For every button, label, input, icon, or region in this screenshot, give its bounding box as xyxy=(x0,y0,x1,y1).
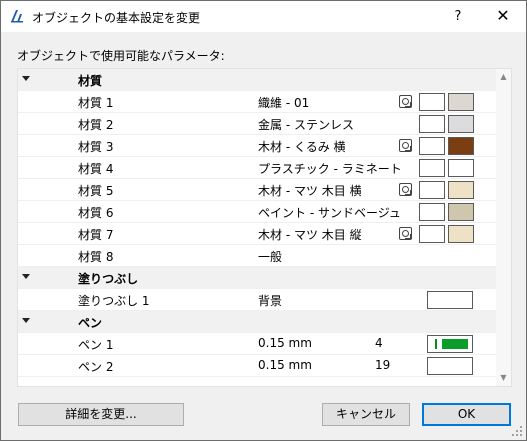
group-label: 塗りつぶし xyxy=(78,272,139,286)
scroll-up-arrow-icon[interactable]: ▲ xyxy=(496,69,511,85)
material-swatch-white[interactable] xyxy=(419,159,445,177)
close-button[interactable]: ✕ xyxy=(480,1,526,32)
texture-icon xyxy=(399,183,412,196)
pen-row[interactable]: ペン 1 0.15 mm 4 xyxy=(18,333,496,355)
material-color-swatch[interactable] xyxy=(448,181,474,199)
material-swatch-white[interactable] xyxy=(419,203,445,221)
collapse-triangle-icon[interactable] xyxy=(22,76,30,81)
fill-swatch[interactable] xyxy=(427,291,473,309)
parameter-name: 材質 5 xyxy=(78,184,114,198)
parameter-value[interactable]: 木材 - マツ 木目 横 xyxy=(258,182,362,199)
parameter-name: 材質 1 xyxy=(78,96,114,110)
material-swatch-white[interactable] xyxy=(419,225,445,243)
help-button[interactable]: ? xyxy=(438,1,478,32)
parameter-name: 材質 7 xyxy=(78,228,114,242)
archicad-logo-icon xyxy=(9,8,25,24)
material-row[interactable]: 材質 1 織維 - 01 xyxy=(18,91,496,113)
group-label: 材質 xyxy=(78,74,103,88)
collapse-triangle-icon[interactable] xyxy=(22,274,30,279)
resize-grip-icon[interactable] xyxy=(510,424,524,438)
parameter-value[interactable]: 織維 - 01 xyxy=(258,94,309,111)
pen-number: 4 xyxy=(375,336,383,350)
change-details-button[interactable]: 詳細を変更... xyxy=(18,403,184,426)
material-color-swatch[interactable] xyxy=(448,203,474,221)
cancel-button[interactable]: キャンセル xyxy=(322,403,410,426)
parameter-value[interactable]: ペイント - サンドベージュ xyxy=(258,204,401,221)
pen-number: 19 xyxy=(375,358,391,372)
material-color-swatch[interactable] xyxy=(448,225,474,243)
collapse-triangle-icon[interactable] xyxy=(22,318,30,323)
pen-swatch[interactable] xyxy=(427,357,473,375)
parameter-name: 材質 4 xyxy=(78,162,114,176)
group-header-pens[interactable]: ペン xyxy=(18,311,496,333)
parameters-label: オブジェクトで使用可能なパラメータ: xyxy=(17,49,225,63)
parameters-list[interactable]: 材質 材質 1 織維 - 01 材質 2 金属 - ステンレス 材質 3 木材 … xyxy=(17,68,512,387)
parameter-name: ペン 2 xyxy=(78,360,114,374)
pen-color-fill xyxy=(442,339,468,349)
fill-row[interactable]: 塗りつぶし 1 背景 xyxy=(18,289,496,311)
material-row[interactable]: 材質 2 金属 - ステンレス xyxy=(18,113,496,135)
parameter-name: 材質 3 xyxy=(78,140,114,154)
parameter-value[interactable]: 一般 xyxy=(258,248,282,265)
material-swatch-white[interactable] xyxy=(419,115,445,133)
material-swatch-white[interactable] xyxy=(419,137,445,155)
parameter-value[interactable]: 0.15 mm xyxy=(258,358,312,372)
title-bar: オブジェクトの基本設定を変更 ? ✕ xyxy=(1,1,526,32)
material-row[interactable]: 材質 3 木材 - くるみ 横 xyxy=(18,135,496,157)
material-row[interactable]: 材質 6 ペイント - サンドベージュ xyxy=(18,201,496,223)
group-header-materials[interactable]: 材質 xyxy=(18,69,496,91)
window-title: オブジェクトの基本設定を変更 xyxy=(32,11,201,25)
material-color-swatch[interactable] xyxy=(448,159,474,177)
dialog-window: オブジェクトの基本設定を変更 ? ✕ オブジェクトで使用可能なパラメータ: 材質… xyxy=(0,0,527,441)
parameter-value[interactable]: 金属 - ステンレス xyxy=(258,116,354,133)
vertical-scrollbar[interactable]: ▲ ▼ xyxy=(496,69,511,386)
parameter-name: 材質 8 xyxy=(78,250,114,264)
parameter-name: 材質 2 xyxy=(78,118,114,132)
material-swatch-white[interactable] xyxy=(419,93,445,111)
group-label: ペン xyxy=(78,316,103,330)
material-swatch-white[interactable] xyxy=(419,181,445,199)
ok-button[interactable]: OK xyxy=(422,403,511,426)
texture-icon xyxy=(399,95,412,108)
parameter-name: 塗りつぶし 1 xyxy=(78,294,150,308)
material-color-swatch[interactable] xyxy=(448,93,474,111)
parameter-value[interactable]: プラスチック - ラミネート xyxy=(258,160,402,177)
parameter-value[interactable]: 0.15 mm xyxy=(258,336,312,350)
parameter-name: 材質 6 xyxy=(78,206,114,220)
group-header-fills[interactable]: 塗りつぶし xyxy=(18,267,496,289)
material-row[interactable]: 材質 4 プラスチック - ラミネート xyxy=(18,157,496,179)
texture-icon xyxy=(399,227,412,240)
pen-marker-icon xyxy=(435,339,437,349)
material-color-swatch[interactable] xyxy=(448,137,474,155)
material-color-swatch[interactable] xyxy=(448,115,474,133)
parameters-rows: 材質 材質 1 織維 - 01 材質 2 金属 - ステンレス 材質 3 木材 … xyxy=(18,69,496,377)
pen-row[interactable]: ペン 2 0.15 mm 19 xyxy=(18,355,496,377)
parameter-value[interactable]: 背景 xyxy=(258,292,282,309)
scroll-down-arrow-icon[interactable]: ▼ xyxy=(496,370,511,386)
material-row[interactable]: 材質 8 一般 xyxy=(18,245,496,267)
texture-icon xyxy=(399,139,412,152)
material-row[interactable]: 材質 7 木材 - マツ 木目 縦 xyxy=(18,223,496,245)
parameter-name: ペン 1 xyxy=(78,338,114,352)
material-row[interactable]: 材質 5 木材 - マツ 木目 横 xyxy=(18,179,496,201)
parameter-value[interactable]: 木材 - マツ 木目 縦 xyxy=(258,226,362,243)
parameter-value[interactable]: 木材 - くるみ 横 xyxy=(258,138,346,155)
pen-swatch[interactable] xyxy=(427,335,473,353)
